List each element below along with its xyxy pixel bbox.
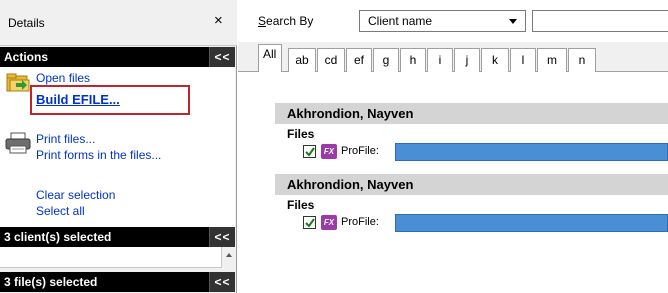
tab-ab[interactable]: ab	[288, 48, 316, 72]
print-files-link[interactable]: Print files...	[36, 132, 95, 146]
search-by-dropdown[interactable]: Client name	[359, 10, 526, 32]
search-by-rest: earch By	[266, 14, 314, 28]
tab-cd[interactable]: cd	[317, 48, 345, 72]
details-panel: Details × Actions << Open files Build EF…	[0, 0, 237, 293]
main-area: Search By Client name All ab cd ef g h i…	[238, 0, 668, 293]
tab-ef[interactable]: ef	[346, 48, 372, 72]
clients-scrollbar[interactable]	[221, 247, 235, 268]
build-efile-highlight: Build EFILE...	[30, 85, 190, 115]
tab-h[interactable]: h	[400, 48, 426, 72]
client-header[interactable]: Akhrondion, Nayven	[275, 103, 668, 124]
letter-tabs: All ab cd ef g h i j k l m n	[238, 42, 668, 72]
files-collapse-button[interactable]: <<	[209, 272, 235, 292]
tab-m[interactable]: m	[537, 48, 567, 72]
tab-i[interactable]: i	[427, 48, 453, 72]
printer-icon	[5, 132, 31, 154]
file-selection-bar[interactable]	[395, 214, 668, 232]
tab-k[interactable]: k	[481, 48, 509, 72]
profile-fx-icon: FX	[321, 144, 337, 159]
file-row[interactable]: FX ProFile:	[303, 214, 668, 232]
clear-selection-link[interactable]: Clear selection	[36, 188, 115, 202]
file-selection-bar[interactable]	[395, 143, 668, 161]
actions-section-header: Actions <<	[0, 47, 235, 67]
tab-l[interactable]: l	[510, 48, 536, 72]
clients-section-header: 3 client(s) selected <<	[0, 227, 235, 247]
build-efile-link[interactable]: Build EFILE...	[36, 92, 120, 107]
tab-all[interactable]: All	[258, 44, 282, 72]
file-type-label: ProFile:	[341, 145, 379, 157]
clients-list	[0, 247, 235, 268]
clients-section-label: 3 client(s) selected	[4, 230, 112, 244]
details-header: Details ×	[0, 0, 237, 46]
checkmark-icon	[305, 147, 315, 157]
chevron-down-icon	[509, 19, 517, 24]
files-section-label: 3 file(s) selected	[4, 275, 98, 289]
search-by-accel: S	[258, 14, 267, 28]
actions-list: Open files Build EFILE... Print files...…	[0, 67, 235, 227]
open-files-link[interactable]: Open files	[36, 71, 90, 85]
search-input[interactable]	[532, 10, 668, 32]
details-title: Details	[8, 16, 45, 30]
tab-g[interactable]: g	[373, 48, 399, 72]
checkmark-icon	[305, 218, 315, 228]
clients-collapse-button[interactable]: <<	[209, 227, 235, 247]
select-all-link[interactable]: Select all	[36, 204, 85, 218]
print-forms-link[interactable]: Print forms in the files...	[36, 148, 161, 162]
files-label: Files	[287, 198, 315, 212]
tab-j[interactable]: j	[454, 48, 480, 72]
open-folder-icon	[6, 73, 30, 92]
file-type-label: ProFile:	[341, 216, 379, 228]
client-header[interactable]: Akhrondion, Nayven	[275, 174, 668, 195]
file-row[interactable]: FX ProFile:	[303, 143, 668, 161]
close-icon[interactable]: ×	[214, 13, 223, 28]
file-checkbox[interactable]	[303, 145, 316, 158]
search-by-value: Client name	[368, 14, 433, 28]
scroll-up-icon[interactable]	[226, 253, 232, 257]
search-toolbar: Search By Client name	[238, 0, 668, 42]
files-section-header: 3 file(s) selected <<	[0, 272, 235, 292]
actions-collapse-button[interactable]: <<	[209, 47, 235, 67]
tab-n[interactable]: n	[568, 48, 596, 72]
actions-section-label: Actions	[4, 50, 49, 64]
search-by-label: Search By	[258, 14, 313, 28]
files-label: Files	[287, 127, 315, 141]
file-checkbox[interactable]	[303, 216, 316, 229]
results-list: Akhrondion, Nayven Files FX ProFile: Akh…	[238, 73, 668, 293]
profile-fx-icon: FX	[321, 215, 337, 230]
